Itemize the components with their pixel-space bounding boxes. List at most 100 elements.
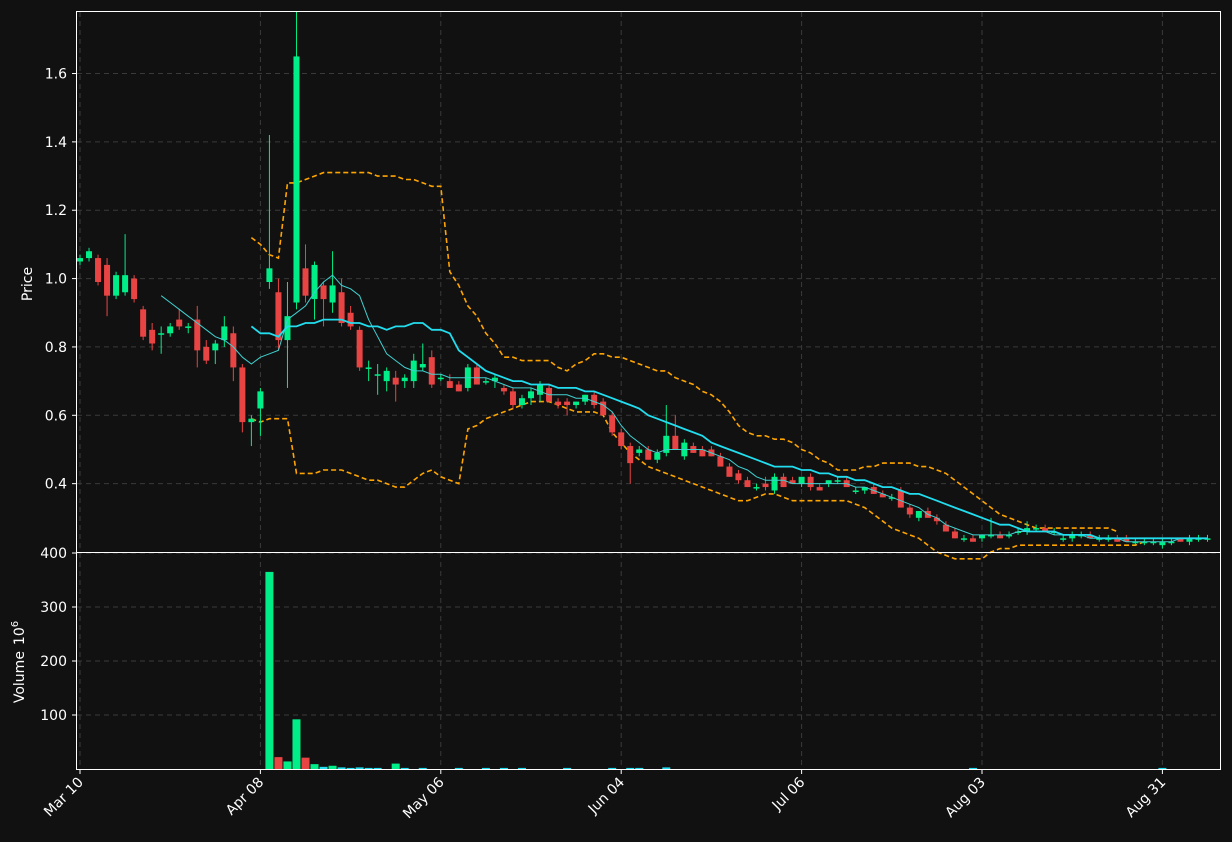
candle-down xyxy=(149,329,156,344)
candle-down xyxy=(726,466,733,477)
price-tick-label: 1.6 xyxy=(45,67,67,83)
price-tick-label: 1.4 xyxy=(45,135,67,151)
candle-up xyxy=(248,418,255,423)
candle-up xyxy=(798,476,805,484)
candle-down xyxy=(176,319,183,327)
candle-down xyxy=(320,285,327,300)
volume-bar xyxy=(310,764,319,769)
volume-bar xyxy=(292,719,301,769)
volume-bar xyxy=(563,767,572,769)
chart-background xyxy=(0,0,1232,842)
volume-bar xyxy=(346,767,355,769)
candle-up xyxy=(221,326,228,341)
candle-up xyxy=(419,364,426,368)
candle-down xyxy=(591,394,598,406)
candle-up xyxy=(852,490,859,492)
candle-down xyxy=(645,449,652,460)
candle-down xyxy=(672,435,679,450)
candle-down xyxy=(203,346,210,361)
candle-down xyxy=(428,357,435,385)
candle-up xyxy=(383,370,390,382)
volume-bar xyxy=(274,757,283,769)
candle-up xyxy=(528,391,534,399)
price-tick-label: 0.8 xyxy=(45,340,67,356)
candle-down xyxy=(735,473,742,481)
candle-up xyxy=(401,377,408,382)
candle-down xyxy=(807,476,814,488)
price-tick-label: 0.4 xyxy=(45,477,67,493)
candle-up xyxy=(834,480,841,482)
candle-up xyxy=(374,374,381,376)
volume-bar xyxy=(373,767,382,769)
volume-bar xyxy=(626,767,635,769)
candle-up xyxy=(266,268,273,282)
volume-axis-title: Volume 106 xyxy=(10,621,28,703)
candle-up xyxy=(979,534,985,539)
candle-down xyxy=(744,480,751,488)
volume-bar xyxy=(1158,767,1167,769)
candle-down xyxy=(969,538,976,542)
candle-up xyxy=(122,275,129,293)
candle-up xyxy=(158,333,165,335)
price-tick-label: 1.0 xyxy=(45,272,67,288)
candle-up xyxy=(753,487,760,489)
candle-down xyxy=(392,377,399,385)
volume-scale-base: 10 xyxy=(12,627,28,645)
price-tick-label: 0.6 xyxy=(45,408,67,424)
candle-down xyxy=(997,534,1004,539)
volume-bar xyxy=(418,767,427,769)
candle-down xyxy=(762,483,769,488)
volume-tick-label: 400 xyxy=(40,546,67,562)
candle-down xyxy=(717,456,724,467)
volume-bar xyxy=(355,767,364,769)
candle-up xyxy=(518,398,525,406)
volume-tick-label: 100 xyxy=(40,708,67,724)
volume-bar xyxy=(635,767,644,769)
volume-bar xyxy=(337,767,346,769)
candle-down xyxy=(564,401,571,406)
stock-chart: 0.40.60.81.01.21.41.6 100200300400 Mar 1… xyxy=(0,0,1232,842)
candle-down xyxy=(780,476,787,488)
volume-bar xyxy=(499,767,508,769)
candle-up xyxy=(329,285,336,303)
candle-up xyxy=(1159,541,1166,546)
candle-down xyxy=(897,490,904,508)
volume-bar xyxy=(968,767,977,769)
volume-bar xyxy=(364,767,373,769)
candle-down xyxy=(906,507,913,515)
candle-up xyxy=(113,275,120,296)
candle-up xyxy=(437,377,444,380)
price-axis-title: Price xyxy=(20,267,36,301)
volume-bar xyxy=(328,765,337,769)
volume-bar xyxy=(608,767,617,769)
candle-up xyxy=(86,251,93,259)
volume-bar xyxy=(400,767,409,769)
candle-down xyxy=(446,381,453,388)
candle-up xyxy=(185,326,192,328)
candle-down xyxy=(338,292,345,324)
volume-bar xyxy=(283,761,292,769)
candle-down xyxy=(95,258,102,282)
volume-bar xyxy=(391,763,400,769)
candle-down xyxy=(230,333,237,368)
candle-up xyxy=(365,367,372,369)
volume-tick-label: 300 xyxy=(40,600,67,616)
volume-bar xyxy=(301,757,310,769)
candle-down xyxy=(131,278,138,300)
candle-up xyxy=(915,510,922,518)
volume-bar xyxy=(319,766,328,769)
candle-up xyxy=(257,391,264,409)
candle-up xyxy=(960,538,967,540)
candle-down xyxy=(104,264,111,296)
candle-up xyxy=(636,449,643,453)
candle-up xyxy=(293,56,300,303)
candle-up xyxy=(77,258,83,262)
volume-bar xyxy=(662,767,671,769)
candle-down xyxy=(500,387,507,392)
candle-up xyxy=(537,384,544,395)
candle-up xyxy=(1033,528,1040,530)
candle-down xyxy=(555,401,562,406)
volume-bar xyxy=(454,767,463,769)
candle-down xyxy=(356,329,363,368)
candle-down xyxy=(816,487,823,491)
